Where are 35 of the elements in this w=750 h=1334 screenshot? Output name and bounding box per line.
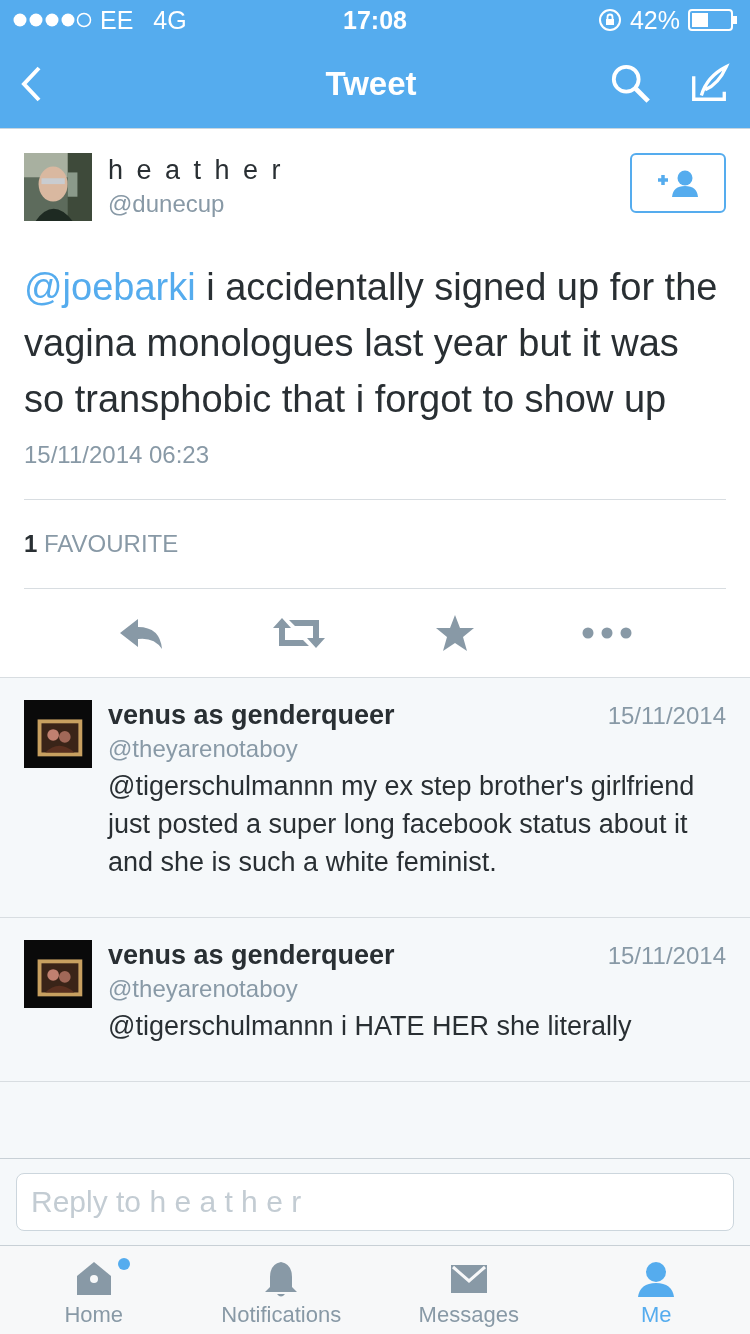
reply-author-name: venus as genderqueer (108, 700, 395, 731)
reply-author-handle: @theyarenotaboy (108, 975, 299, 1003)
reply-author-name: venus as genderqueer (108, 940, 395, 971)
reply-text: @tigerschulmannn i HATE HER she literally (108, 1010, 633, 1043)
user-name: h e a t h e r (108, 155, 285, 186)
battery-icon (688, 8, 738, 32)
screen-title: Tweet (324, 65, 418, 103)
tab-bar-item[interactable]: Messages (375, 1246, 563, 1334)
tab-bar-item[interactable]: Me (562, 1246, 750, 1334)
carrier: EE (100, 5, 134, 35)
tab-bar-item[interactable]: Notifications (187, 1246, 375, 1334)
search-icon[interactable] (610, 63, 652, 105)
rotation-lock-icon (597, 8, 622, 32)
tab-bar-item[interactable]: Home (0, 1246, 188, 1334)
user-handle: @dunecup (108, 190, 226, 218)
reply-date: 15/11/2014 (607, 702, 726, 730)
tweet-text: @joebarki i accidentally signed up for the vagina monologues last year but it was so transphobic that i forgot to show up (24, 265, 719, 422)
retweet-icon[interactable] (271, 616, 328, 650)
star-icon[interactable] (434, 614, 475, 652)
tweet-date: 15/11/2014 06:23 (24, 441, 726, 500)
reply-field[interactable]: Reply to h e a t h e r (16, 1173, 734, 1231)
more-icon[interactable] (582, 627, 633, 639)
signal-icon (12, 12, 92, 28)
add-person-icon (655, 168, 701, 198)
mention-link[interactable]: @joebarki (24, 266, 196, 308)
reply-text: @tigerschulmannn my ex step brother's girlfriend just posted a super long facebook status about it and she is such a white feminist. (108, 770, 696, 879)
clock: 17:08 (343, 5, 407, 35)
battery-percent: 42% (629, 5, 680, 35)
favourite-count: 1 FAVOURITE (24, 530, 179, 557)
back-icon[interactable] (20, 65, 42, 103)
reply-author-handle: @theyarenotaboy (108, 735, 299, 763)
reply-date: 15/11/2014 (607, 942, 726, 970)
network-type: 4G (153, 5, 187, 35)
follow-button[interactable] (630, 153, 726, 213)
person-icon (636, 1259, 677, 1299)
